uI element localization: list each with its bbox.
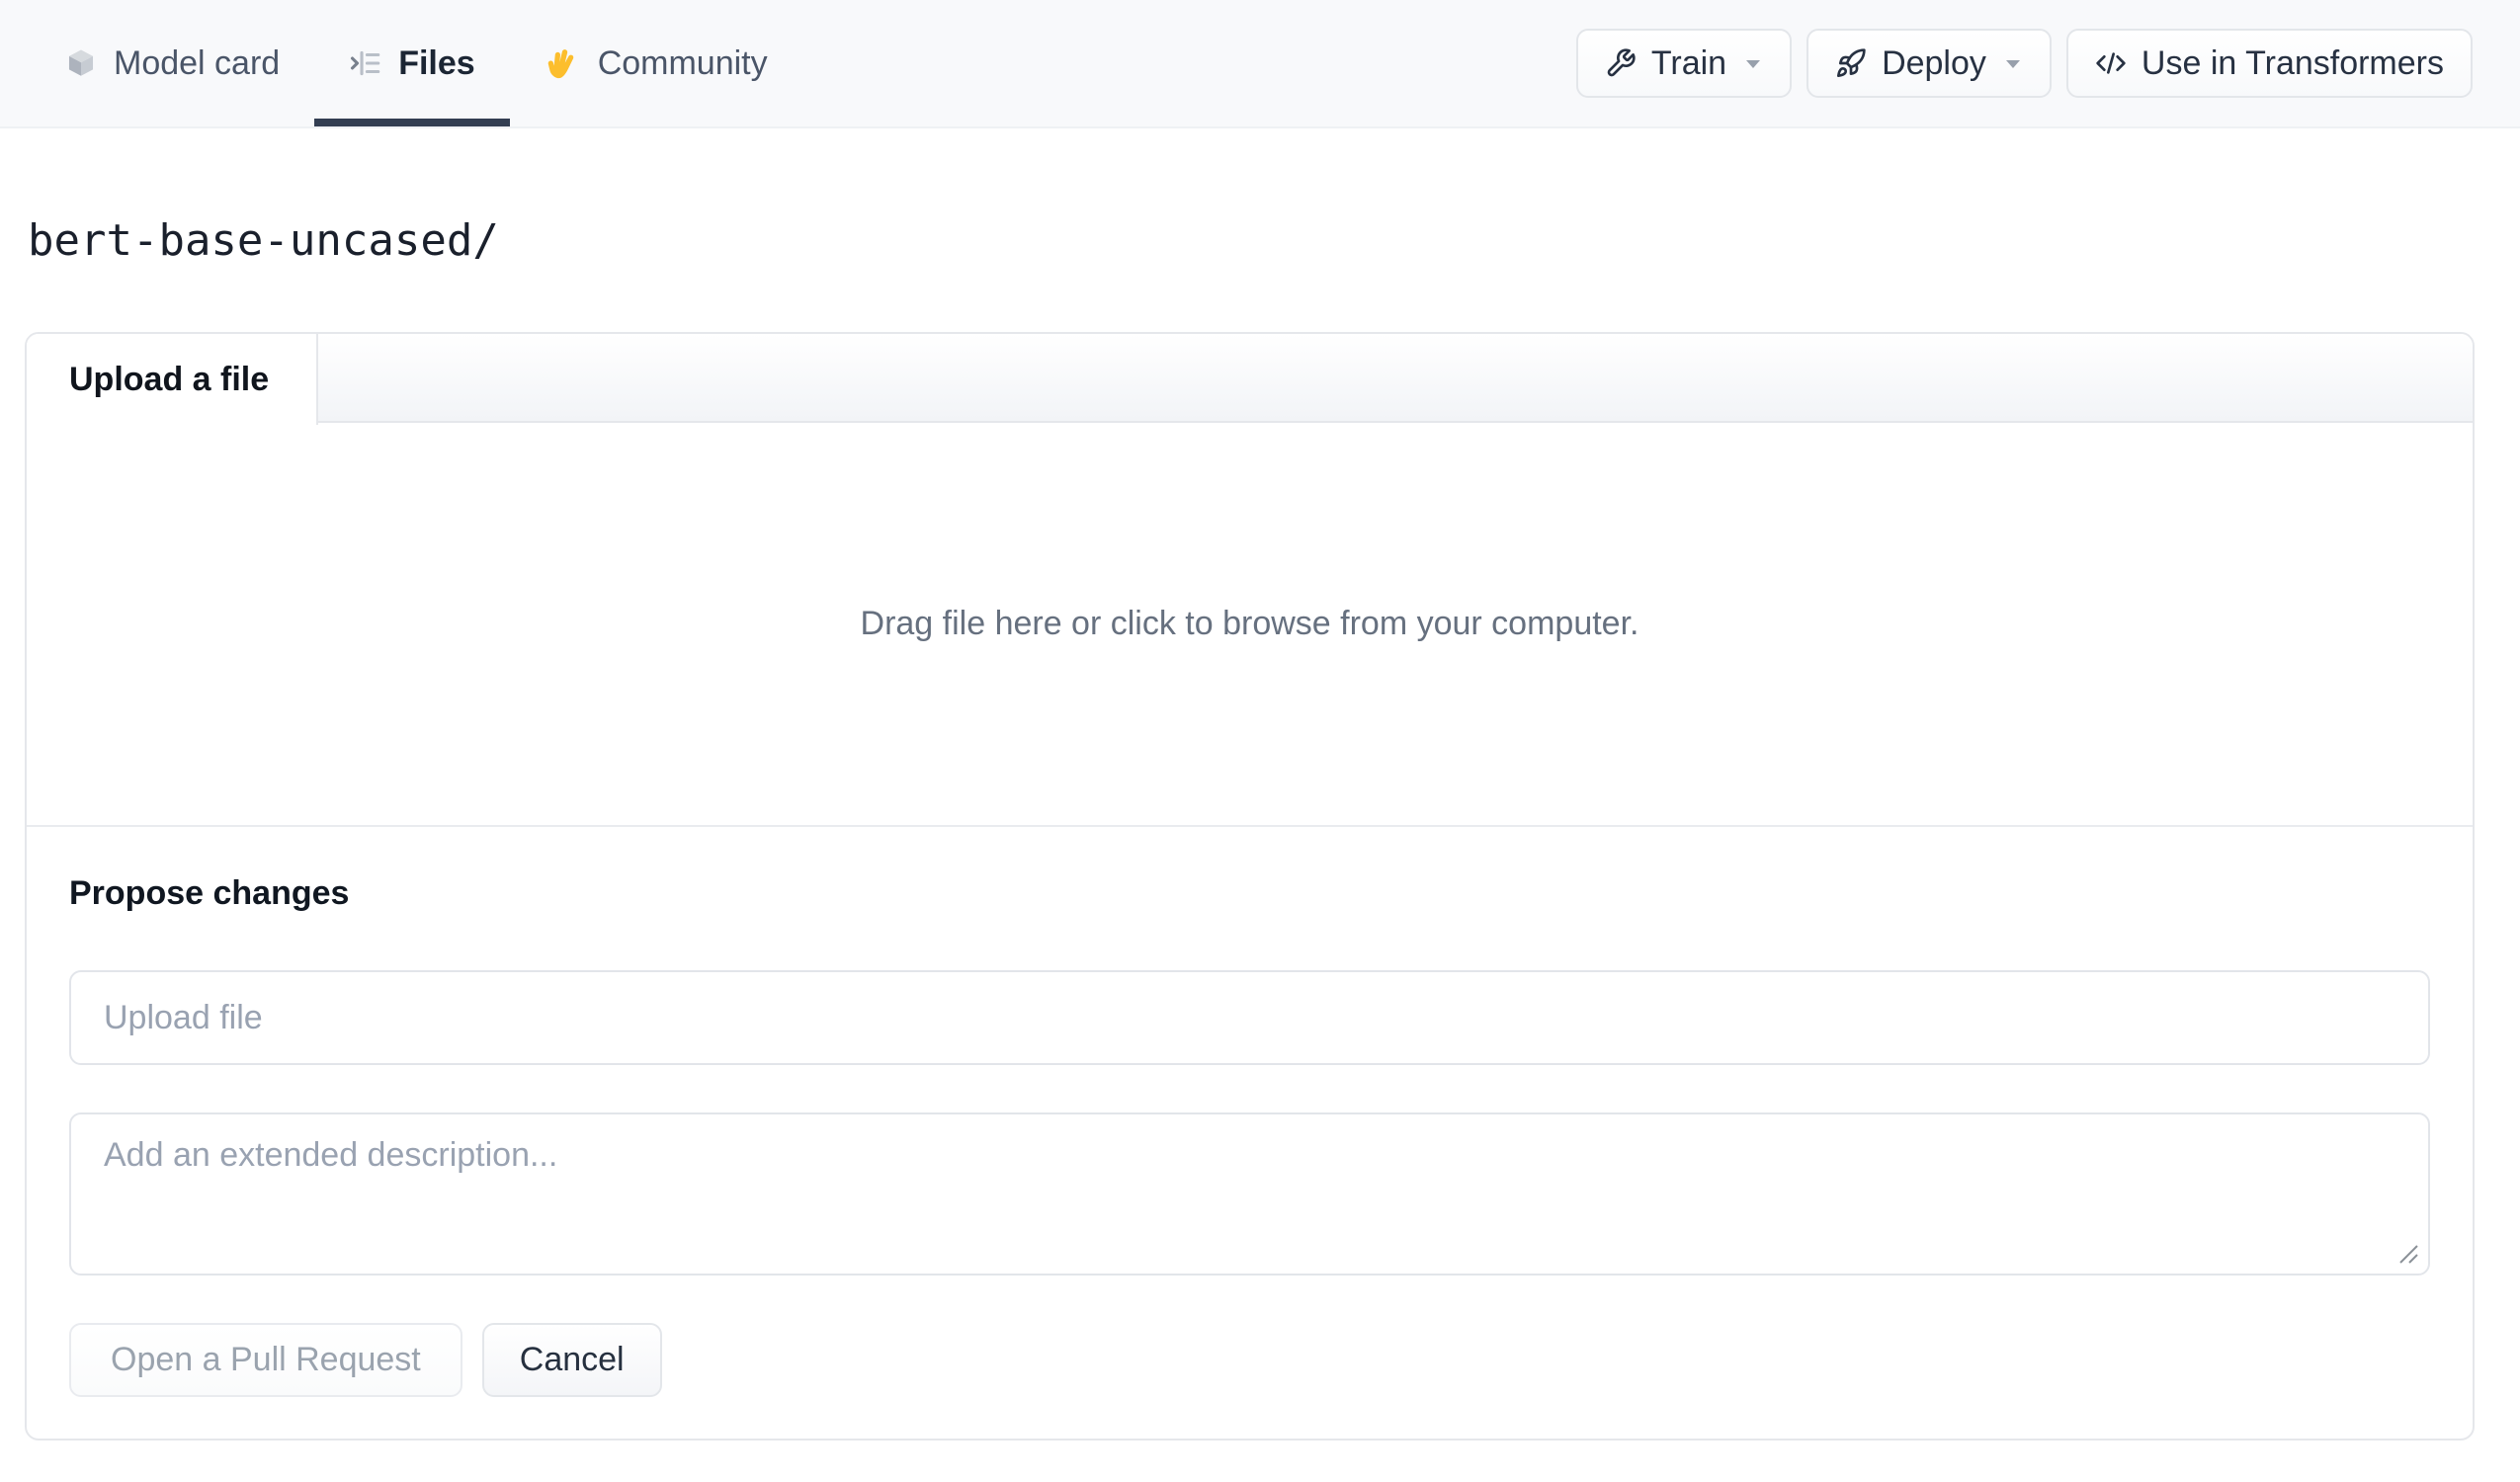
button-label: Deploy xyxy=(1882,43,1986,82)
waving-hand-icon xyxy=(545,44,582,82)
deploy-button[interactable]: Deploy xyxy=(1806,29,2052,98)
tab-label: Files xyxy=(398,43,475,82)
tab-label: Upload a file xyxy=(69,360,270,398)
open-pull-request-button[interactable]: Open a Pull Request xyxy=(69,1323,462,1397)
train-button[interactable]: Train xyxy=(1575,29,1793,98)
use-in-transformers-button[interactable]: Use in Transformers xyxy=(2065,29,2473,98)
description-field-wrap xyxy=(69,1112,2430,1276)
tab-upload-a-file[interactable]: Upload a file xyxy=(27,334,318,425)
upload-card: Upload a file Drag file here or click to… xyxy=(25,332,2475,1441)
card-header-strip xyxy=(318,334,2473,421)
rocket-icon xyxy=(1835,47,1867,79)
top-navigation: Model card Files Community Train Deploy … xyxy=(0,0,2520,128)
form-actions: Open a Pull Request Cancel xyxy=(69,1323,2430,1397)
model-action-buttons: Train Deploy Use in Transformers xyxy=(1575,0,2473,126)
button-label: Use in Transformers xyxy=(2141,43,2444,82)
description-textarea[interactable] xyxy=(69,1112,2430,1276)
cancel-button[interactable]: Cancel xyxy=(481,1323,662,1397)
cube-icon xyxy=(64,46,98,80)
tab-model-card[interactable]: Model card xyxy=(30,0,314,126)
file-list-icon xyxy=(349,46,382,80)
chevron-down-icon xyxy=(1743,56,1763,70)
tab-files[interactable]: Files xyxy=(314,0,509,126)
resize-handle-icon[interactable] xyxy=(2395,1241,2421,1267)
file-dropzone[interactable]: Drag file here or click to browse from y… xyxy=(27,423,2473,827)
button-label: Train xyxy=(1650,43,1727,82)
repo-tabs: Model card Files Community xyxy=(30,0,802,126)
wrench-icon xyxy=(1605,47,1637,79)
tab-community[interactable]: Community xyxy=(510,0,802,126)
repo-path: bert-base-uncased/ xyxy=(28,215,499,266)
dropzone-hint: Drag file here or click to browse from y… xyxy=(860,605,1639,642)
filename-input[interactable] xyxy=(69,970,2430,1065)
propose-changes-section: Propose changes Open a Pull Request Canc… xyxy=(27,827,2473,1439)
card-header: Upload a file xyxy=(27,334,2473,425)
tab-label: Community xyxy=(597,43,768,82)
section-heading: Propose changes xyxy=(69,874,350,912)
chevron-down-icon xyxy=(2003,56,2023,70)
code-icon xyxy=(2095,47,2127,79)
tab-label: Model card xyxy=(114,43,281,82)
